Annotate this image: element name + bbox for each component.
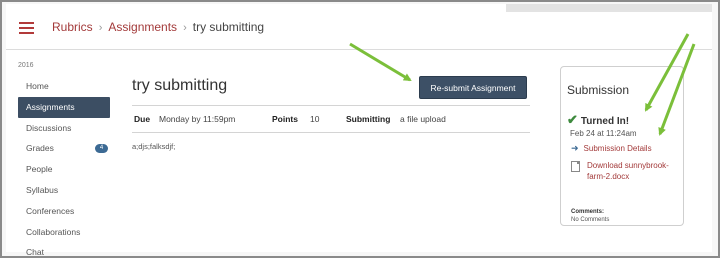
breadcrumb-assignments[interactable]: Assignments (108, 20, 177, 34)
sidebar-item-conferences[interactable]: Conferences (18, 201, 110, 222)
submission-panel-title: Submission (567, 83, 630, 97)
sidebar-item-assignments[interactable]: Assignments (18, 96, 110, 118)
submitting-value: a file upload (400, 114, 446, 124)
resubmit-assignment-button[interactable]: Re-submit Assignment (419, 76, 527, 99)
sidebar-item-label: Home (26, 81, 49, 91)
due-value: Monday by 11:59pm (159, 114, 236, 124)
sidebar-item-label: Assignments (26, 101, 75, 112)
divider (132, 132, 530, 133)
sidebar-item-chat[interactable]: Chat (18, 242, 110, 258)
header-decoration (506, 4, 712, 12)
hamburger-icon[interactable] (19, 22, 34, 34)
sidebar-item-grades[interactable]: Grades 4 (18, 138, 110, 159)
submitting-label: Submitting (346, 114, 391, 124)
sidebar-item-discussions[interactable]: Discussions (18, 118, 110, 139)
comments-value: No Comments (571, 217, 610, 223)
sidebar-item-home[interactable]: Home (18, 76, 110, 97)
course-nav: Home Assignments Discussions Grades 4 Peo… (18, 76, 110, 258)
sidebar-item-syllabus[interactable]: Syllabus (18, 180, 110, 201)
submission-date: Feb 24 at 11:24am (570, 129, 637, 138)
submission-panel: Submission ✔ Turned In! Feb 24 at 11:24am… (560, 66, 684, 226)
sidebar-item-label: Discussions (26, 122, 72, 133)
grades-count-badge: 4 (95, 144, 108, 154)
due-label: Due (134, 114, 151, 124)
chevron-right-icon: › (98, 22, 103, 34)
page-title: try submitting (132, 77, 228, 94)
submission-details-label: Submission Details (583, 144, 652, 153)
sidebar-item-label: Grades (26, 143, 54, 154)
breadcrumb-rubrics[interactable]: Rubrics (52, 20, 93, 34)
sidebar-item-label: People (26, 164, 53, 175)
download-file-label: Download sunnybrook-farm-2.docx (587, 161, 669, 181)
points-label: Points (272, 114, 298, 124)
submission-details-link[interactable]: ➜ Submission Details (571, 143, 652, 154)
chevron-right-icon: › (183, 22, 187, 34)
divider (132, 105, 530, 106)
comments-label: Comments: (571, 209, 605, 215)
sidebar-item-label: Collaborations (26, 226, 81, 237)
sidebar-item-label: Syllabus (26, 184, 59, 195)
points-value: 10 (310, 114, 320, 124)
submission-text: a;djs;falksdjf; (132, 142, 176, 151)
canvas-page: Rubrics › Assignments › try submitting 2016 … (6, 4, 712, 257)
sidebar-item-collaborations[interactable]: Collaborations (18, 222, 110, 243)
check-icon: ✔ (567, 112, 578, 127)
course-term: 2016 (18, 62, 34, 69)
turned-in-status: ✔ Turned In! (567, 112, 629, 128)
document-icon (571, 161, 580, 172)
sidebar-item-label: Chat (26, 247, 44, 258)
breadcrumb-current: try submitting (192, 20, 265, 34)
status-text: Turned In! (580, 116, 630, 127)
top-header: Rubrics › Assignments › try submitting (6, 4, 712, 50)
breadcrumb: Rubrics › Assignments › try submitting (52, 20, 264, 34)
sidebar-item-people[interactable]: People (18, 159, 110, 180)
sidebar-item-label: Conferences (26, 205, 75, 216)
arrow-right-icon: ➜ (571, 143, 579, 153)
